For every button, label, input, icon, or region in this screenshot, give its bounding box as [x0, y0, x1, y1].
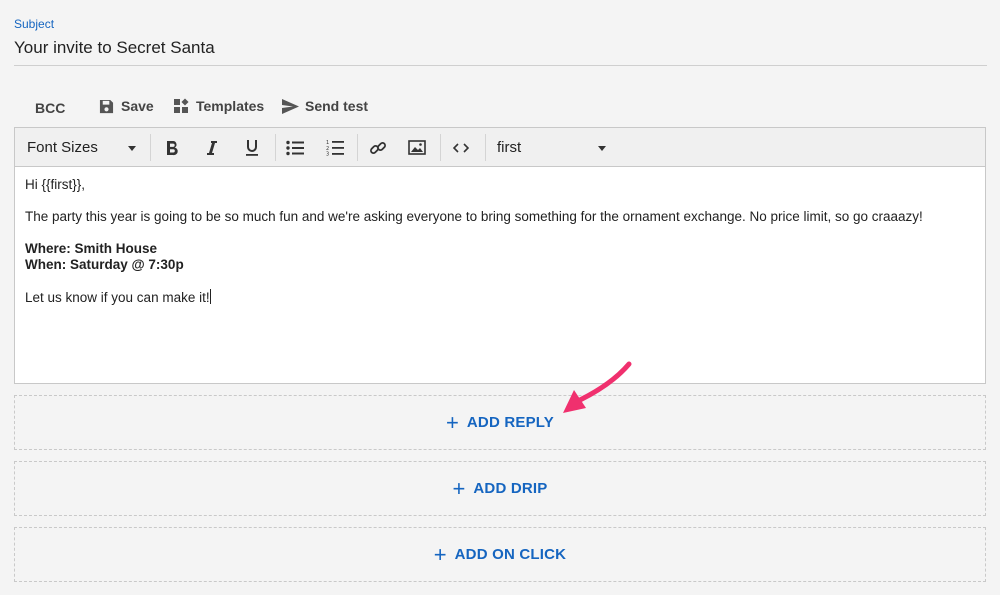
bold-icon: [167, 140, 178, 155]
font-sizes-label: Font Sizes: [27, 139, 98, 156]
add-reply-button[interactable]: + ADD REPLY: [14, 395, 986, 450]
font-sizes-select[interactable]: Font Sizes: [27, 128, 147, 167]
toolbar-divider: [275, 134, 276, 161]
closing-line: Let us know if you can make it!: [25, 290, 210, 305]
plus-icon: +: [446, 409, 459, 435]
subject-label: Subject: [14, 17, 55, 31]
plus-icon: +: [452, 475, 466, 501]
templates-icon: [172, 97, 190, 115]
closing-line-wrap: Let us know if you can make it!: [25, 289, 975, 306]
templates-button[interactable]: Templates: [172, 97, 264, 115]
templates-label: Templates: [196, 98, 265, 114]
underline-icon: [246, 140, 258, 156]
toolbar-divider: [150, 134, 151, 161]
image-button[interactable]: [406, 128, 428, 167]
bcc-button[interactable]: BCC: [35, 100, 65, 116]
toolbar-divider: [485, 134, 486, 161]
bullet-list-icon: [286, 140, 304, 155]
editor-toolbar: Font Sizes 123 first: [15, 128, 985, 167]
bcc-label: BCC: [35, 100, 66, 116]
merge-field-select[interactable]: first: [497, 128, 617, 167]
email-editor: Font Sizes 123 first Hi {{first}}, The p…: [14, 127, 986, 384]
add-on-click-label: ADD ON CLICK: [454, 546, 567, 563]
send-test-label: Send test: [305, 98, 369, 114]
subject-field[interactable]: Subject Your invite to Secret Santa: [14, 14, 987, 66]
add-on-click-button[interactable]: + ADD ON CLICK: [14, 527, 986, 582]
add-drip-label: ADD DRIP: [473, 480, 548, 497]
link-icon: [370, 141, 386, 154]
numbered-list-button[interactable]: 123: [324, 128, 346, 167]
toolbar-divider: [440, 134, 441, 161]
when-line: When: Saturday @ 7:30p: [25, 257, 184, 272]
link-button[interactable]: [367, 128, 389, 167]
save-button[interactable]: Save: [97, 97, 154, 115]
merge-field-label: first: [497, 139, 522, 156]
code-view-button[interactable]: [449, 128, 473, 167]
italic-icon: [207, 140, 217, 155]
floppy-disk-icon: [97, 97, 115, 115]
toolbar-divider: [357, 134, 358, 161]
subject-input[interactable]: Your invite to Secret Santa: [14, 38, 215, 58]
body-paragraph: The party this year is going to be so mu…: [25, 209, 923, 224]
annotation-arrow-icon: [563, 361, 632, 413]
italic-button[interactable]: [201, 128, 223, 167]
where-line: Where: Smith House: [25, 241, 158, 256]
send-icon: [281, 97, 299, 115]
chevron-down-icon: [128, 146, 136, 151]
editor-content[interactable]: Hi {{first}}, The party this year is goi…: [15, 167, 985, 316]
svg-text:3: 3: [326, 152, 329, 157]
send-test-button[interactable]: Send test: [281, 97, 368, 115]
underline-button[interactable]: [241, 128, 263, 167]
numbered-list-icon: 123: [326, 140, 344, 157]
text-cursor: [209, 289, 211, 304]
save-label: Save: [121, 98, 154, 114]
bold-button[interactable]: [161, 128, 183, 167]
plus-icon: +: [433, 541, 447, 567]
chevron-down-icon: [598, 146, 606, 151]
code-icon: [453, 142, 469, 153]
bullet-list-button[interactable]: [284, 128, 306, 167]
add-reply-label: ADD REPLY: [466, 414, 554, 431]
image-icon: [408, 140, 426, 155]
add-drip-button[interactable]: + ADD DRIP: [14, 461, 986, 516]
greeting-line: Hi {{first}},: [25, 177, 86, 192]
